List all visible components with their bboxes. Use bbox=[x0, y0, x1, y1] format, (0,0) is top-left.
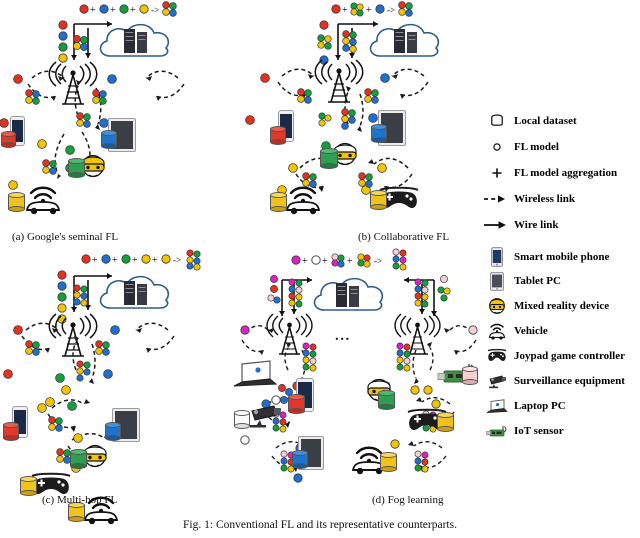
legend-label: Laptop PC bbox=[514, 400, 566, 412]
local-dataset-red bbox=[288, 394, 305, 414]
panel-b-caption: (b) Collaborative FL bbox=[358, 231, 450, 243]
legend-label: IoT sensor bbox=[514, 425, 564, 437]
legend-label: Smart mobile phone bbox=[514, 251, 610, 263]
figure-caption: Fig. 1: Conventional FL and its represen… bbox=[183, 519, 457, 531]
solid-arrow-icon bbox=[483, 217, 507, 233]
legend-item-wire-link: Wire link bbox=[483, 217, 559, 233]
legend-item-tablet-pc: Tablet PC bbox=[487, 271, 561, 291]
svg-text:+: + bbox=[342, 5, 348, 16]
panel-c-caption: (c) Multi-hop FL bbox=[42, 494, 118, 506]
panel-c-model-dots bbox=[3, 325, 120, 473]
laptop-pc bbox=[233, 360, 278, 387]
local-dataset-blue bbox=[371, 124, 387, 143]
legend-label: FL model aggregation bbox=[514, 167, 618, 179]
panel-d-caption: (d) Fog learning bbox=[372, 494, 444, 506]
panel-b-cloud-server bbox=[369, 23, 440, 57]
legend-item-mixed-reality-device: Mixed reality device bbox=[487, 298, 609, 314]
svg-text:+: + bbox=[366, 5, 372, 16]
local-dataset-green bbox=[70, 449, 87, 469]
svg-text:+: + bbox=[347, 256, 353, 267]
surveillance-equipment bbox=[250, 405, 281, 428]
panel-a-cloud-server bbox=[99, 23, 170, 57]
joypad-game-controller-icon bbox=[487, 348, 507, 364]
legend-label: Joypad game controller bbox=[514, 350, 626, 362]
legend-label: FL model bbox=[514, 141, 559, 153]
panel-c-multi-hop-fl: + + + + -> (c) Multi-hop FL bbox=[0, 249, 240, 525]
panel-c-aggregation-formula: + + + + -> bbox=[81, 249, 201, 271]
panel-d-fog-learning: + + + -> ... (d) Fog learning bbox=[233, 248, 480, 506]
cylinder-icon bbox=[487, 113, 507, 129]
local-dataset-yellow-joypad bbox=[20, 476, 37, 496]
legend-label: Vehicle bbox=[514, 325, 548, 337]
panel-c-cloud-server bbox=[99, 275, 170, 309]
panel-d-cloud-server bbox=[313, 277, 384, 311]
mixed-reality-device-icon bbox=[487, 298, 507, 314]
svg-text:->: -> bbox=[173, 255, 181, 265]
local-dataset-yellow bbox=[8, 192, 25, 212]
svg-text:+: + bbox=[92, 255, 98, 266]
legend-item-fl-model-aggregation: FL model aggregation bbox=[487, 165, 617, 181]
vehicle-icon bbox=[487, 323, 507, 340]
local-dataset-red bbox=[270, 126, 286, 145]
legend-item-vehicle: Vehicle bbox=[487, 323, 548, 340]
hollow-circle-icon bbox=[487, 139, 507, 155]
legend-label: Tablet PC bbox=[514, 275, 561, 287]
iot-sensor-icon bbox=[486, 423, 507, 439]
legend-label: Surveillance equipment bbox=[514, 375, 625, 387]
legend-item-wireless-link: Wireless link bbox=[483, 191, 575, 207]
local-dataset-green bbox=[68, 158, 85, 178]
svg-text:+: + bbox=[322, 256, 328, 267]
legend-item-smart-mobile-phone: Smart mobile phone bbox=[487, 247, 610, 267]
smart-mobile-phone-icon bbox=[487, 247, 507, 267]
local-dataset-blue bbox=[292, 450, 308, 469]
svg-text:+: + bbox=[90, 5, 96, 16]
svg-text:->: -> bbox=[151, 5, 159, 15]
panel-a-google-seminal-fl: + + + -> (a) Google's seminal FL bbox=[0, 0, 240, 243]
local-dataset-yellow-vehicle bbox=[270, 192, 287, 212]
svg-text:->: -> bbox=[374, 256, 382, 266]
local-dataset-red bbox=[3, 422, 19, 441]
legend-label: Local dataset bbox=[514, 115, 577, 127]
local-dataset-red bbox=[1, 131, 16, 148]
legend-label: Wireless link bbox=[514, 193, 576, 205]
local-dataset-yellow-joypad bbox=[437, 412, 454, 432]
svg-text:+: + bbox=[152, 255, 158, 266]
local-dataset-blue bbox=[101, 130, 117, 149]
legend-item-iot-sensor: IoT sensor bbox=[486, 423, 564, 439]
legend-label: Mixed reality device bbox=[514, 300, 610, 312]
panel-a-caption: (a) Google's seminal FL bbox=[12, 231, 119, 243]
panel-b-aggregation-formula: + + -> bbox=[331, 1, 413, 17]
svg-text:+: + bbox=[110, 5, 116, 16]
svg-text:+: + bbox=[130, 5, 136, 16]
local-dataset-green bbox=[320, 148, 338, 169]
local-dataset-green bbox=[378, 390, 395, 410]
legend-label: Wire link bbox=[514, 219, 559, 231]
surveillance-equipment-icon bbox=[487, 373, 507, 389]
svg-text:+: + bbox=[302, 256, 308, 267]
svg-text:+: + bbox=[112, 255, 118, 266]
legend-item-laptop-pc: Laptop PC bbox=[486, 398, 566, 414]
legend-item-surveillance-equipment: Surveillance equipment bbox=[487, 373, 625, 389]
svg-text:+: + bbox=[132, 255, 138, 266]
legend-item-fl-model: FL model bbox=[487, 139, 559, 155]
local-dataset-blue bbox=[105, 422, 121, 441]
local-dataset-yellow-joypad bbox=[370, 190, 387, 210]
local-dataset-yellow-vehicle bbox=[380, 452, 397, 472]
panel-a-aggregated-cluster bbox=[73, 35, 88, 51]
figure-conventional-fl: + + + -> (a) Google's seminal FL + + -> … bbox=[0, 0, 640, 538]
local-dataset-pink-iot bbox=[462, 366, 478, 385]
tablet-pc-icon bbox=[487, 271, 507, 291]
plus-icon bbox=[487, 165, 507, 181]
svg-text:->: -> bbox=[387, 5, 395, 15]
legend-item-joypad-game-controller: Joypad game controller bbox=[487, 348, 625, 364]
local-dataset-white-surveillance bbox=[234, 410, 250, 429]
panel-b-collaborative-fl: + + -> (b) Collaborative FL bbox=[240, 0, 480, 243]
dashed-arrow-icon bbox=[483, 191, 507, 207]
legend-item-local-dataset: Local dataset bbox=[487, 113, 577, 129]
panel-d-aggregation-formula: + + + -> bbox=[291, 248, 407, 271]
panel-a-aggregation-formula: + + + -> bbox=[79, 1, 177, 17]
laptop-pc-icon bbox=[486, 398, 508, 414]
